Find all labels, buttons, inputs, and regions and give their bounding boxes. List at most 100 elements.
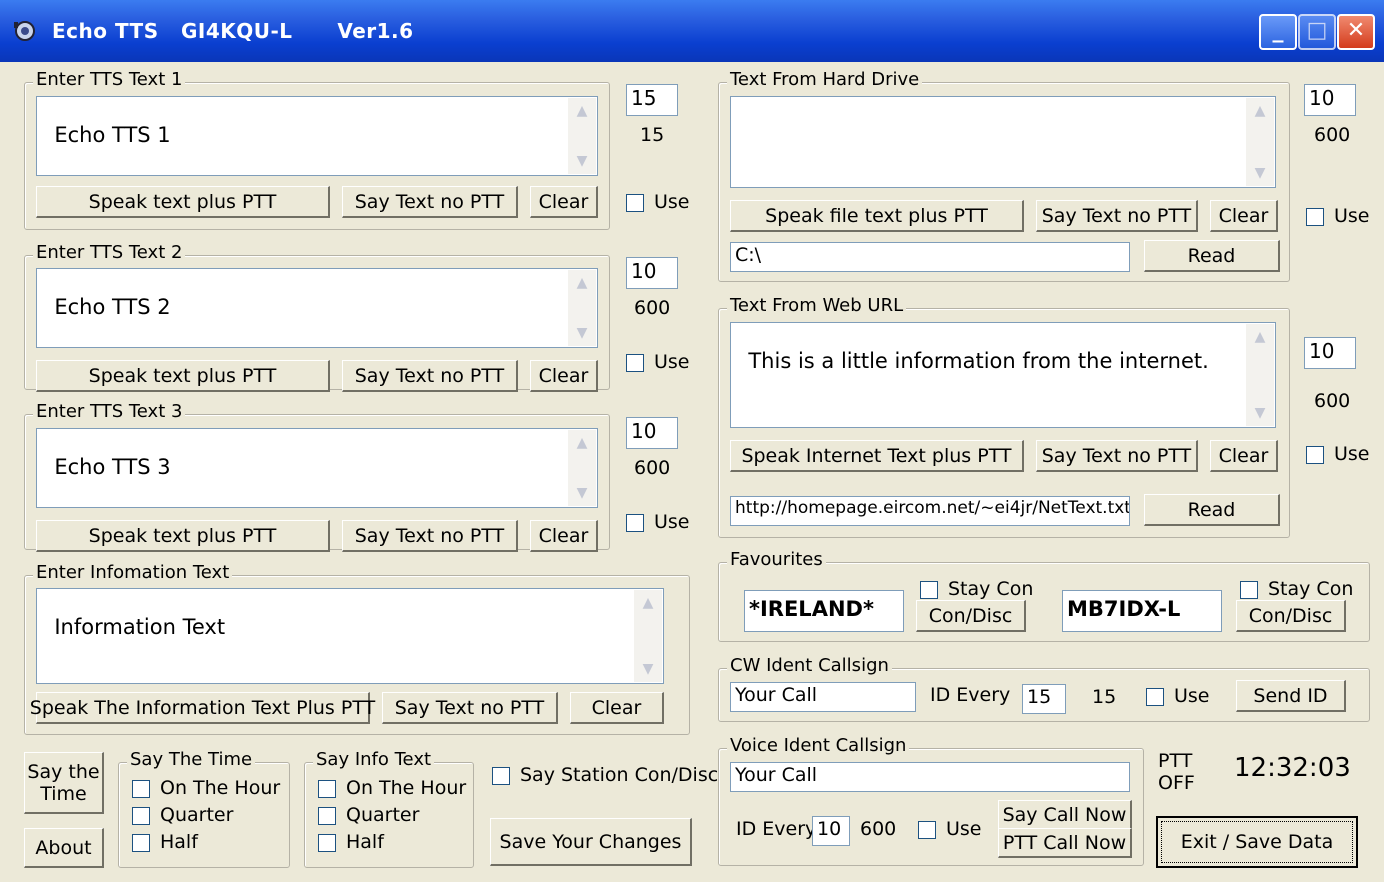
voice-interval-input[interactable]: 10	[812, 816, 850, 846]
scroll-up-icon[interactable]: ▲	[571, 272, 593, 294]
web-clear-button[interactable]: Clear	[1210, 440, 1278, 472]
voice-use-checkbox[interactable]	[918, 821, 936, 839]
info-quarter-checkbox[interactable]	[318, 807, 336, 825]
tts1-clear-button[interactable]: Clear	[530, 186, 598, 218]
voice-callsign-input[interactable]: Your Call	[730, 762, 1130, 792]
hard-drive-path-input[interactable]: C:\	[730, 242, 1130, 272]
hard-drive-scrollbar[interactable]: ▲ ▼	[1246, 98, 1274, 186]
tts2-speak-button[interactable]: Speak text plus PTT	[36, 360, 330, 392]
web-say-button[interactable]: Say Text no PTT	[1036, 440, 1198, 472]
fav1-con-disc-button[interactable]: Con/Disc	[916, 600, 1026, 632]
tts2-say-button[interactable]: Say Text no PTT	[342, 360, 518, 392]
info-on-hour-checkbox[interactable]	[318, 780, 336, 798]
tts1-say-button[interactable]: Say Text no PTT	[342, 186, 518, 218]
tts3-scrollbar[interactable]: ▲ ▼	[568, 430, 596, 506]
scroll-down-icon[interactable]: ▼	[571, 482, 593, 504]
info-say-button[interactable]: Say Text no PTT	[382, 692, 558, 724]
time-quarter-label: Quarter	[160, 804, 234, 826]
scroll-up-icon[interactable]: ▲	[1249, 100, 1271, 122]
tts1-scrollbar[interactable]: ▲ ▼	[568, 98, 596, 174]
about-button[interactable]: About	[24, 828, 104, 868]
web-use-checkbox[interactable]	[1306, 446, 1324, 464]
fav2-con-disc-button[interactable]: Con/Disc	[1236, 600, 1346, 632]
web-interval-label: 600	[1314, 390, 1351, 412]
hard-drive-interval-input[interactable]: 10	[1304, 84, 1356, 116]
close-button[interactable]: ✕	[1337, 14, 1375, 50]
fav2-stay-con-checkbox[interactable]	[1240, 581, 1258, 599]
save-changes-button[interactable]: Save Your Changes	[490, 818, 692, 866]
hard-drive-read-button[interactable]: Read	[1144, 240, 1280, 272]
scroll-down-icon[interactable]: ▼	[571, 150, 593, 172]
time-on-hour-checkbox[interactable]	[132, 780, 150, 798]
time-half-checkbox[interactable]	[132, 834, 150, 852]
fav1-stay-con-checkbox[interactable]	[920, 581, 938, 599]
info-clear-button[interactable]: Clear	[570, 692, 664, 724]
tts2-clear-button[interactable]: Clear	[530, 360, 598, 392]
tts2-use-label: Use	[654, 351, 690, 373]
hard-drive-clear-button[interactable]: Clear	[1210, 200, 1278, 232]
minimize-icon: _	[1272, 18, 1284, 43]
scroll-up-icon[interactable]: ▲	[1249, 326, 1271, 348]
exit-save-button[interactable]: Exit / Save Data	[1156, 816, 1358, 868]
ptt-call-now-button[interactable]: PTT Call Now	[998, 828, 1132, 858]
web-use-label: Use	[1334, 443, 1370, 465]
tts1-speak-button[interactable]: Speak text plus PTT	[36, 186, 330, 218]
cw-callsign-input[interactable]: Your Call	[730, 682, 916, 712]
tts3-textarea[interactable]: Echo TTS 3 ▲ ▼	[36, 428, 598, 508]
hard-drive-speak-button[interactable]: Speak file text plus PTT	[730, 200, 1024, 232]
send-id-button[interactable]: Send ID	[1236, 680, 1346, 712]
tts2-scrollbar[interactable]: ▲ ▼	[568, 270, 596, 346]
tts2-interval-label: 600	[634, 297, 671, 319]
tts3-use-checkbox[interactable]	[626, 514, 644, 532]
info-textarea[interactable]: Information Text ▲ ▼	[36, 588, 664, 684]
scroll-down-icon[interactable]: ▼	[571, 322, 593, 344]
say-call-now-button[interactable]: Say Call Now	[998, 800, 1132, 830]
web-interval-input[interactable]: 10	[1304, 337, 1356, 369]
info-speak-button[interactable]: Speak The Information Text Plus PTT	[30, 692, 375, 724]
web-scrollbar[interactable]: ▲ ▼	[1246, 324, 1274, 426]
favourite-1-field[interactable]: *IRELAND*	[744, 590, 904, 632]
tts3-legend: Enter TTS Text 3	[33, 401, 186, 422]
tts3-clear-button[interactable]: Clear	[530, 520, 598, 552]
scroll-up-icon[interactable]: ▲	[571, 432, 593, 454]
web-url-input[interactable]: http://homepage.eircom.net/~ei4jr/NetTex…	[730, 496, 1130, 526]
tts2-use-checkbox[interactable]	[626, 354, 644, 372]
time-half-label: Half	[160, 831, 198, 853]
hard-drive-use-label: Use	[1334, 205, 1370, 227]
cw-interval-input[interactable]: 15	[1022, 684, 1066, 714]
say-the-time-button[interactable]: Say the Time	[24, 752, 104, 814]
favourite-2-field[interactable]: MB7IDX-L	[1062, 590, 1222, 632]
maximize-button[interactable]: □	[1298, 14, 1336, 50]
say-station-checkbox[interactable]	[492, 767, 510, 785]
scroll-up-icon[interactable]: ▲	[637, 592, 659, 614]
hard-drive-say-button[interactable]: Say Text no PTT	[1036, 200, 1198, 232]
cw-use-checkbox[interactable]	[1146, 688, 1164, 706]
tts3-use-label: Use	[654, 511, 690, 533]
tts3-interval-input[interactable]: 10	[626, 417, 678, 449]
tts2-interval-input[interactable]: 10	[626, 257, 678, 289]
time-quarter-checkbox[interactable]	[132, 807, 150, 825]
close-icon: ✕	[1346, 18, 1366, 43]
title-bar[interactable]: Echo TTS GI4KQU-L Ver1.6 _ □ ✕	[0, 0, 1384, 62]
tts2-textarea[interactable]: Echo TTS 2 ▲ ▼	[36, 268, 598, 348]
tts1-interval-input[interactable]: 15	[626, 84, 678, 116]
cw-legend: CW Ident Callsign	[727, 655, 892, 676]
tts3-speak-button[interactable]: Speak text plus PTT	[36, 520, 330, 552]
hard-drive-textarea[interactable]: ▲ ▼	[730, 96, 1276, 188]
scroll-down-icon[interactable]: ▼	[1249, 162, 1271, 184]
window-title: Echo TTS GI4KQU-L Ver1.6	[52, 19, 414, 43]
web-textarea[interactable]: This is a little information from the in…	[730, 322, 1276, 428]
web-speak-button[interactable]: Speak Internet Text plus PTT	[730, 440, 1024, 472]
hard-drive-interval-label: 600	[1314, 124, 1351, 146]
tts1-textarea[interactable]: Echo TTS 1 ▲ ▼	[36, 96, 598, 176]
minimize-button[interactable]: _	[1259, 14, 1297, 50]
web-read-button[interactable]: Read	[1144, 494, 1280, 526]
tts1-use-checkbox[interactable]	[626, 194, 644, 212]
info-scrollbar[interactable]: ▲ ▼	[634, 590, 662, 682]
scroll-down-icon[interactable]: ▼	[1249, 402, 1271, 424]
scroll-up-icon[interactable]: ▲	[571, 100, 593, 122]
scroll-down-icon[interactable]: ▼	[637, 658, 659, 680]
info-half-checkbox[interactable]	[318, 834, 336, 852]
tts3-say-button[interactable]: Say Text no PTT	[342, 520, 518, 552]
hard-drive-use-checkbox[interactable]	[1306, 208, 1324, 226]
